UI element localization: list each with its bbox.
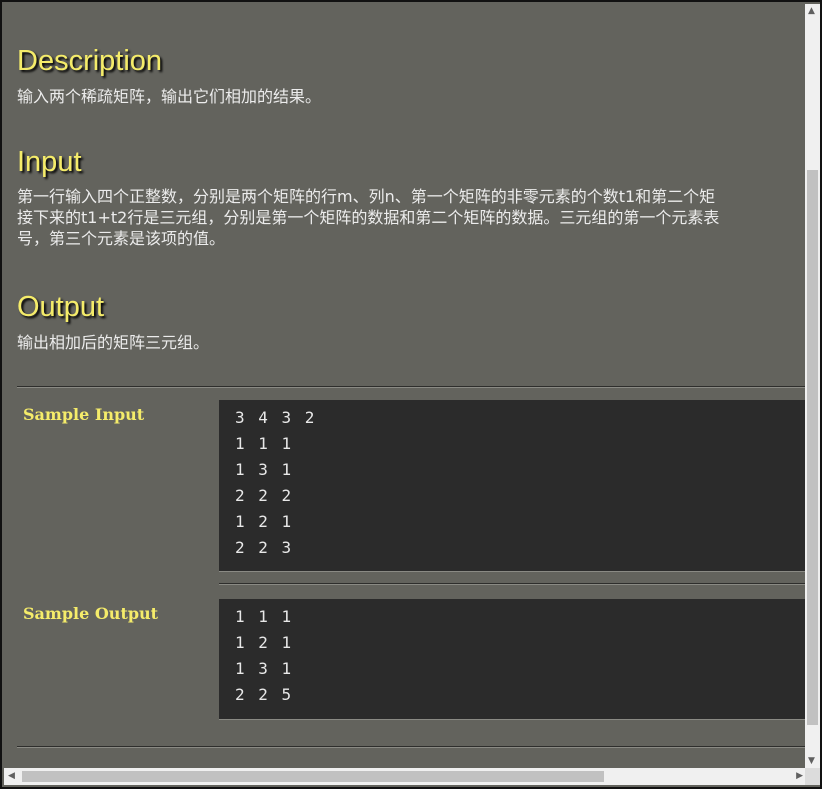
- sample-input-label: Sample Input: [23, 405, 145, 424]
- sample-input-line: 1 1 1: [235, 434, 294, 453]
- input-heading: Input: [17, 146, 82, 178]
- scroll-right-icon[interactable]: ▶: [796, 772, 803, 781]
- divider: [17, 746, 809, 748]
- sample-input-line: 2 2 3: [235, 538, 294, 557]
- sample-output-box[interactable]: 1 1 1 1 2 1 1 3 1 2 2 5: [219, 599, 809, 720]
- scroll-up-icon[interactable]: ▲: [808, 7, 815, 16]
- description-heading: Description: [17, 45, 163, 77]
- vertical-scroll-thumb[interactable]: [807, 170, 818, 725]
- description-text: 输入两个稀疏矩阵，输出它们相加的结果。: [17, 87, 322, 106]
- input-text-line: 接下来的t1+t2行是三元组，分别是第一个矩阵的数据和第二个矩阵的数据。三元组的…: [17, 208, 720, 227]
- scroll-left-icon[interactable]: ◀: [8, 772, 15, 781]
- sample-input-line: 2 2 2: [235, 486, 294, 505]
- scrollbar-corner: [805, 768, 820, 785]
- problem-page: Description 输入两个稀疏矩阵，输出它们相加的结果。 Input 第一…: [4, 4, 809, 769]
- sample-input-box[interactable]: 3 4 3 2 1 1 1 1 3 1 2 2 2 1 2 1 2 2 3: [219, 400, 809, 572]
- horizontal-scrollbar[interactable]: ◀ ▶: [4, 768, 807, 785]
- scroll-down-icon[interactable]: ▼: [808, 757, 815, 766]
- input-text-line: 第一行输入四个正整数，分别是两个矩阵的行m、列n、第一个矩阵的非零元素的个数t1…: [17, 187, 716, 206]
- vertical-scrollbar[interactable]: ▲ ▼: [805, 4, 820, 769]
- divider: [219, 583, 809, 585]
- sample-output-label: Sample Output: [23, 604, 159, 623]
- divider: [17, 386, 809, 388]
- input-text-line: 号，第三个元素是该项的值。: [17, 229, 226, 248]
- horizontal-scroll-thumb[interactable]: [22, 771, 604, 782]
- sample-input-line: 1 3 1: [235, 460, 294, 479]
- sample-input-line: 1 2 1: [235, 512, 294, 531]
- sample-output-line: 1 3 1: [235, 659, 294, 678]
- sample-output-line: 1 1 1: [235, 607, 294, 626]
- sample-input-line: 3 4 3 2: [235, 408, 317, 427]
- output-text: 输出相加后的矩阵三元组。: [17, 333, 210, 352]
- input-text: 第一行输入四个正整数，分别是两个矩阵的行m、列n、第一个矩阵的非零元素的个数t1…: [17, 186, 719, 249]
- browser-window: Description 输入两个稀疏矩阵，输出它们相加的结果。 Input 第一…: [0, 0, 822, 789]
- sample-output-line: 2 2 5: [235, 685, 294, 704]
- output-heading: Output: [17, 291, 105, 323]
- sample-output-line: 1 2 1: [235, 633, 294, 652]
